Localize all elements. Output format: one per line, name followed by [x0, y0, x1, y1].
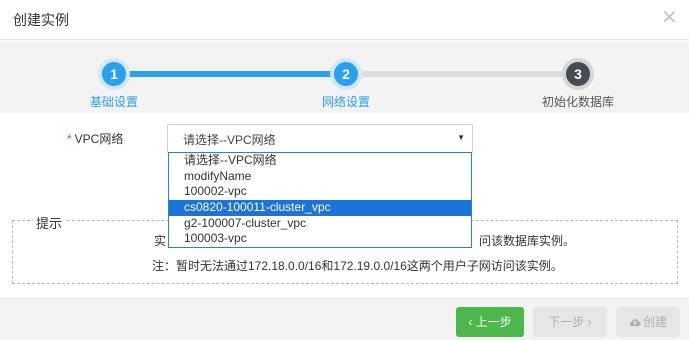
next-step-button[interactable]: 下一步 ›	[533, 307, 607, 337]
dropdown-option[interactable]: 请选择--VPC网络	[169, 153, 471, 169]
create-instance-dialog: 创建实例 ✕ 1 基础设置 2 网络设置 3 初始化数据库 * VPC网络 请选择…	[0, 0, 689, 340]
dropdown-option[interactable]: 100002-vpc	[169, 184, 471, 200]
step-2-label: 网络设置	[321, 95, 371, 109]
step-2-circle: 2	[330, 58, 362, 90]
dialog-title: 创建实例	[13, 12, 69, 28]
step-1-circle: 1	[98, 58, 130, 90]
step-1-label: 基础设置	[89, 95, 139, 109]
dialog-header: 创建实例 ✕	[0, 0, 689, 40]
create-button-label: 创建	[642, 315, 667, 329]
step-3-label: 初始化数据库	[541, 95, 615, 109]
close-icon[interactable]: ✕	[661, 8, 678, 28]
tip-text-line1-start: 实	[154, 234, 167, 248]
tip-text-line1-end: 问该数据库实例。	[479, 234, 576, 248]
step-progress: 1 基础设置 2 网络设置 3 初始化数据库	[0, 41, 689, 113]
vpc-select-value: 请选择--VPC网络	[183, 133, 276, 147]
dropdown-option-highlighted[interactable]: cs0820-100011-cluster_vpc	[169, 200, 471, 216]
vpc-dropdown-list: 请选择--VPC网络 modifyName 100002-vpc cs0820-…	[168, 152, 472, 248]
chevron-down-icon: ▼	[457, 133, 465, 142]
dropdown-option[interactable]: g2-100007-cluster_vpc	[169, 216, 471, 232]
cloud-upload-icon	[629, 319, 641, 327]
previous-step-button[interactable]: ‹ 上一步	[456, 307, 524, 337]
tip-text-line2: 注：暂时无法通过172.18.0.0/16和172.19.0.0/16这两个用户…	[152, 259, 563, 273]
vpc-select[interactable]: 请选择--VPC网络 ▼	[167, 124, 473, 153]
vpc-field-label: * VPC网络	[67, 130, 123, 147]
dialog-footer: ‹ 上一步 下一步 › 创建	[0, 298, 689, 340]
create-button[interactable]: 创建	[616, 307, 680, 337]
tip-title: 提示	[33, 213, 66, 232]
dropdown-option[interactable]: modifyName	[169, 169, 471, 185]
vpc-label-text: VPC网络	[74, 132, 124, 146]
step-track-progress	[114, 71, 346, 77]
dropdown-option[interactable]: 100003-vpc	[169, 231, 471, 247]
step-3-circle: 3	[562, 58, 594, 90]
required-mark: *	[67, 132, 72, 146]
